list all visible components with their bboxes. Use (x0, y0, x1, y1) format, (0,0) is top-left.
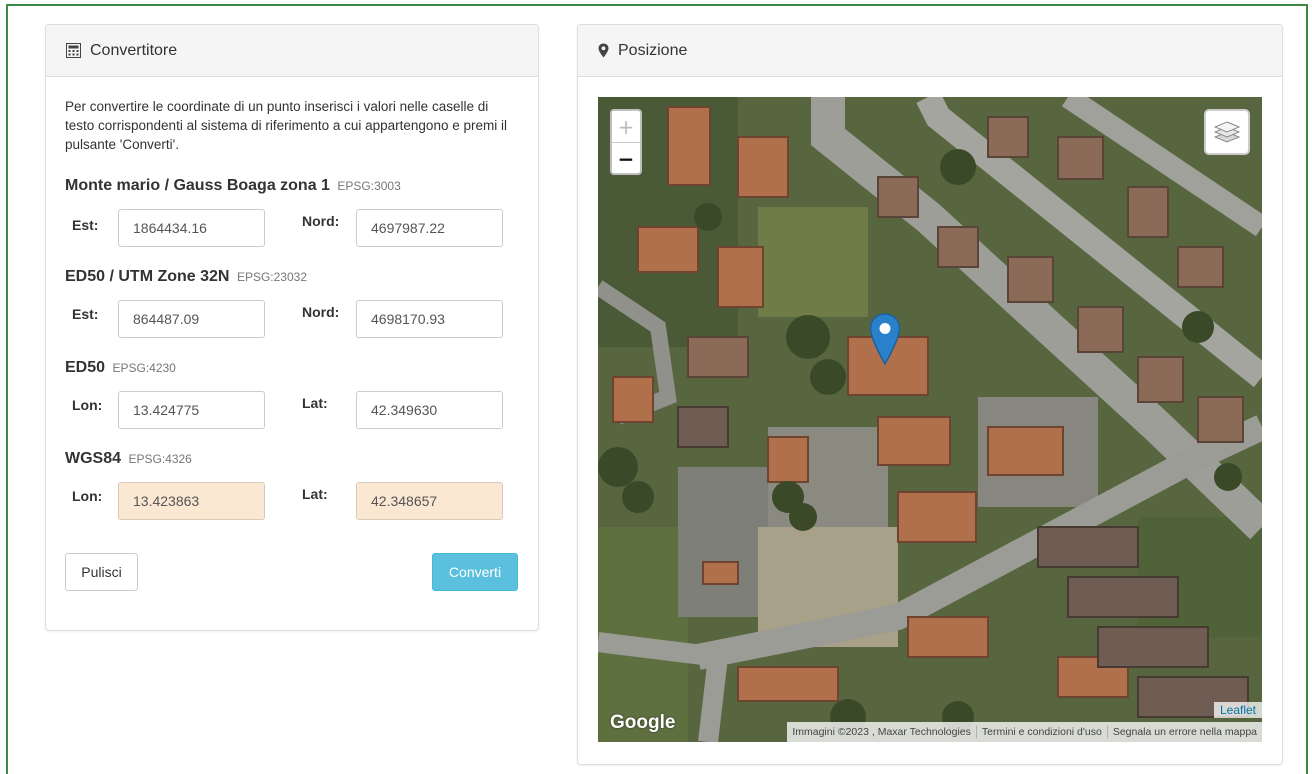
system-epsg: EPSG:4230 (112, 361, 176, 375)
system-epsg: EPSG:3003 (337, 179, 401, 193)
utm-est-input[interactable]: 864487.09 (118, 300, 265, 338)
converter-panel: Convertitore Per convertire le coordinat… (45, 24, 539, 631)
leaflet-attribution-link[interactable]: Leaflet (1213, 702, 1262, 718)
position-panel: Posizione + − Leaflet Google Immagini ©2… (577, 24, 1283, 765)
position-title: Posizione (618, 41, 688, 59)
lat-label: Lat: (302, 395, 328, 411)
system-epsg: EPSG:23032 (236, 270, 307, 284)
google-logo: Google (610, 712, 676, 733)
map-marker-icon (598, 43, 609, 58)
map-marker[interactable] (869, 313, 901, 365)
convert-button[interactable]: Converti (432, 553, 518, 591)
zoom-out-button[interactable]: − (612, 143, 640, 174)
position-heading: Posizione (578, 25, 1282, 77)
converter-intro: Per convertire le coordinate di un punto… (65, 99, 507, 152)
system-name: ED50 (65, 359, 106, 376)
converter-heading: Convertitore (46, 25, 538, 77)
imagery-credit: Immagini ©2023 , Maxar Technologies (792, 726, 971, 738)
est-label: Est: (72, 217, 99, 233)
clear-button[interactable]: Pulisci (65, 553, 138, 591)
system-name: ED50 / UTM Zone 32N (65, 268, 230, 285)
utm-nord-input[interactable]: 4698170.93 (356, 300, 503, 338)
layers-button[interactable] (1204, 109, 1250, 155)
system-title: ED50 EPSG:4230 (65, 359, 176, 377)
lon-label: Lon: (72, 397, 103, 413)
layers-icon (1214, 121, 1240, 143)
report-error-link[interactable]: Segnala un errore nella mappa (1106, 726, 1262, 738)
zoom-in-button[interactable]: + (612, 111, 640, 143)
lat-label: Lat: (302, 486, 328, 502)
wgs84-lat-input[interactable]: 42.348657 (356, 482, 503, 520)
map-attribution-bar: Immagini ©2023 , Maxar Technologies Term… (787, 722, 1262, 742)
lon-label: Lon: (72, 488, 103, 504)
system-name: Monte mario / Gauss Boaga zona 1 (65, 177, 330, 194)
zoom-control: + − (610, 109, 642, 175)
ed50-lat-input[interactable]: 42.349630 (356, 391, 503, 429)
system-name: WGS84 (65, 450, 122, 467)
system-title: WGS84 EPSG:4326 (65, 450, 192, 468)
satellite-map[interactable]: + − Leaflet Google Immagini ©2023 , Maxa… (598, 97, 1262, 742)
map-marker-pin-icon (869, 313, 901, 365)
est-label: Est: (72, 306, 99, 322)
satellite-imagery (598, 97, 1262, 742)
wgs84-lon-input[interactable]: 13.423863 (118, 482, 265, 520)
calculator-icon (66, 43, 81, 58)
nord-label: Nord: (302, 213, 340, 229)
system-epsg: EPSG:4326 (128, 452, 192, 466)
system-title: Monte mario / Gauss Boaga zona 1 EPSG:30… (65, 177, 401, 195)
gauss-boaga-nord-input[interactable]: 4697987.22 (356, 209, 503, 247)
terms-link[interactable]: Termini e condizioni d'uso (975, 726, 1107, 738)
nord-label: Nord: (302, 304, 340, 320)
system-title: ED50 / UTM Zone 32N EPSG:23032 (65, 268, 307, 286)
gauss-boaga-est-input[interactable]: 1864434.16 (118, 209, 265, 247)
ed50-lon-input[interactable]: 13.424775 (118, 391, 265, 429)
converter-title: Convertitore (90, 41, 178, 59)
